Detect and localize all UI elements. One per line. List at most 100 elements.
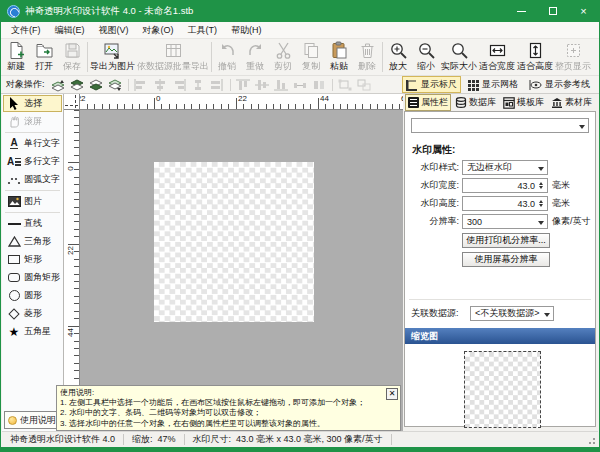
help-box: 使用说明: 1. 左侧工具栏中选择一个功能后，在画布区域按住鼠标左键拖动，即可添… bbox=[56, 385, 401, 431]
show-ruler-toggle[interactable]: 显示标尺 bbox=[402, 76, 461, 93]
align-top-button[interactable] bbox=[234, 77, 253, 93]
cut-button[interactable]: 剪切 bbox=[269, 39, 297, 75]
watermark-height-input[interactable]: 43.0 bbox=[462, 196, 548, 211]
tool-select[interactable]: 选择 bbox=[3, 95, 62, 112]
zoom-out-button[interactable]: 缩小 bbox=[412, 39, 440, 75]
align-bottom-button[interactable] bbox=[272, 77, 291, 93]
menu-help[interactable]: 帮助(H) bbox=[224, 24, 269, 37]
tool-line[interactable]: 直线 bbox=[3, 215, 62, 232]
ruler-origin bbox=[64, 94, 80, 110]
align-right-button[interactable] bbox=[170, 77, 189, 93]
undo-button[interactable]: 撤销 bbox=[213, 39, 241, 75]
align-center-vertical-icon bbox=[255, 79, 269, 91]
app-icon bbox=[7, 5, 20, 18]
fit-page-icon bbox=[564, 41, 583, 60]
distribute-vertical-button[interactable] bbox=[189, 77, 208, 93]
align-center-horizontal-button[interactable] bbox=[151, 77, 170, 93]
watermark-width-row: 水印宽度: 43.0 毫米 bbox=[409, 178, 595, 193]
group-button[interactable] bbox=[336, 77, 355, 93]
actual-size-icon bbox=[450, 41, 469, 60]
align-center-horizontal-icon bbox=[153, 79, 167, 91]
tool-rectangle[interactable]: 矩形 bbox=[3, 251, 62, 268]
fit-width-button[interactable]: 适合宽度 bbox=[478, 39, 516, 75]
width-spinner[interactable] bbox=[537, 180, 545, 191]
batch-export-button[interactable]: 依数据源批量导出 bbox=[136, 39, 210, 75]
new-button[interactable]: 新建 bbox=[2, 39, 30, 75]
align-center-vertical-button[interactable] bbox=[253, 77, 272, 93]
tool-arc-text[interactable]: 圆弧文字 bbox=[3, 171, 62, 188]
help-toggle-button[interactable]: 使用说明 bbox=[4, 411, 57, 429]
fit-height-icon bbox=[526, 41, 545, 60]
status-zoom: 缩放: 47% bbox=[124, 433, 184, 446]
close-button[interactable]: × bbox=[568, 0, 599, 22]
align-right-icon bbox=[172, 79, 186, 91]
maximize-button[interactable] bbox=[537, 0, 568, 22]
tool-star[interactable]: ★ 五角星 bbox=[3, 323, 62, 340]
show-guides-toggle[interactable]: 显示参考线 bbox=[524, 76, 594, 93]
watermark-height-row: 水印高度: 43.0 毫米 bbox=[409, 196, 595, 211]
main-area: 选择 滚屏 A 单行文字 A 多行文字 圆弧文字 图片 bbox=[2, 94, 598, 431]
watermark-artboard[interactable] bbox=[154, 162, 314, 322]
copy-icon bbox=[302, 41, 321, 60]
align-left-button[interactable] bbox=[132, 77, 151, 93]
align-justify-button[interactable] bbox=[208, 77, 227, 93]
guides-icon bbox=[528, 79, 542, 91]
menu-view[interactable]: 视图(V) bbox=[92, 24, 136, 37]
height-spinner[interactable] bbox=[537, 198, 545, 209]
use-screen-resolution-button[interactable]: 使用屏幕分辨率 bbox=[462, 252, 550, 267]
paste-button[interactable]: 粘贴 bbox=[325, 39, 353, 75]
tool-image[interactable]: 图片 bbox=[3, 193, 62, 210]
open-button[interactable]: 打开 bbox=[30, 39, 58, 75]
tab-database[interactable]: 数据库 bbox=[452, 94, 499, 111]
library-icon bbox=[551, 97, 563, 109]
fit-height-button[interactable]: 适合高度 bbox=[516, 39, 554, 75]
minimize-button[interactable] bbox=[506, 0, 537, 22]
use-printer-resolution-button[interactable]: 使用打印机分辨率... bbox=[462, 233, 550, 248]
layer-top-button[interactable] bbox=[68, 77, 87, 93]
tool-circle[interactable]: 圆形 bbox=[3, 287, 62, 304]
fit-page-button[interactable]: 整页显示 bbox=[554, 39, 592, 75]
watermark-width-input[interactable]: 43.0 bbox=[462, 178, 548, 193]
tool-diamond[interactable]: 菱形 bbox=[3, 305, 62, 322]
tab-templates[interactable]: 模板库 bbox=[500, 94, 547, 111]
help-line-3: 3. 选择水印中的任意一个对象，在右侧的属性栏里可以调整该对象的属性。 bbox=[60, 419, 397, 429]
save-icon bbox=[63, 41, 82, 60]
delete-button[interactable]: 删除 bbox=[353, 39, 381, 75]
layer-down-button[interactable] bbox=[106, 77, 125, 93]
distribute-horizontal-icon bbox=[293, 79, 307, 91]
ungroup-button[interactable] bbox=[355, 77, 374, 93]
layer-up-button[interactable] bbox=[49, 77, 68, 93]
layer-bottom-button[interactable] bbox=[87, 77, 106, 93]
actual-size-button[interactable]: 实际大小 bbox=[440, 39, 478, 75]
help-close-button[interactable]: ✕ bbox=[386, 388, 398, 400]
paste-icon bbox=[330, 41, 349, 60]
tab-properties[interactable]: 属性栏 bbox=[405, 94, 451, 111]
tool-triangle[interactable]: 三角形 bbox=[3, 233, 62, 250]
tool-pan[interactable]: 滚屏 bbox=[3, 113, 62, 130]
tool-multi-line-text[interactable]: A 多行文字 bbox=[3, 153, 62, 170]
save-button[interactable]: 保存 bbox=[58, 39, 86, 75]
export-image-button[interactable]: 导出为图片 bbox=[89, 39, 136, 75]
distribute-horizontal-button[interactable] bbox=[291, 77, 310, 93]
tool-rounded-rectangle[interactable]: 圆角矩形 bbox=[3, 269, 62, 286]
redo-button[interactable]: 重做 bbox=[241, 39, 269, 75]
menu-tools[interactable]: 工具(T) bbox=[181, 24, 225, 37]
cut-icon bbox=[274, 41, 293, 60]
resize-grip[interactable] bbox=[586, 435, 596, 445]
watermark-style-combo[interactable]: 无边框水印 bbox=[462, 160, 548, 175]
tab-assets[interactable]: 素材库 bbox=[548, 94, 595, 111]
copy-button[interactable]: 复制 bbox=[297, 39, 325, 75]
menu-object[interactable]: 对象(O) bbox=[136, 24, 181, 37]
menu-file[interactable]: 文件(F) bbox=[4, 24, 48, 37]
object-selector-combo[interactable] bbox=[411, 118, 589, 133]
canvas[interactable] bbox=[80, 110, 404, 431]
circle-icon bbox=[6, 290, 22, 301]
menu-edit[interactable]: 编辑(E) bbox=[48, 24, 92, 37]
tool-single-line-text[interactable]: A 单行文字 bbox=[3, 135, 62, 152]
datasource-combo[interactable]: <不关联数据源> bbox=[470, 306, 554, 321]
equal-size-button[interactable] bbox=[310, 77, 329, 93]
resolution-combo[interactable]: 300 bbox=[462, 214, 548, 229]
object-toolbar-label: 对象操作: bbox=[6, 78, 45, 91]
zoom-in-button[interactable]: 放大 bbox=[384, 39, 412, 75]
show-grid-toggle[interactable]: 显示网格 bbox=[463, 76, 522, 93]
